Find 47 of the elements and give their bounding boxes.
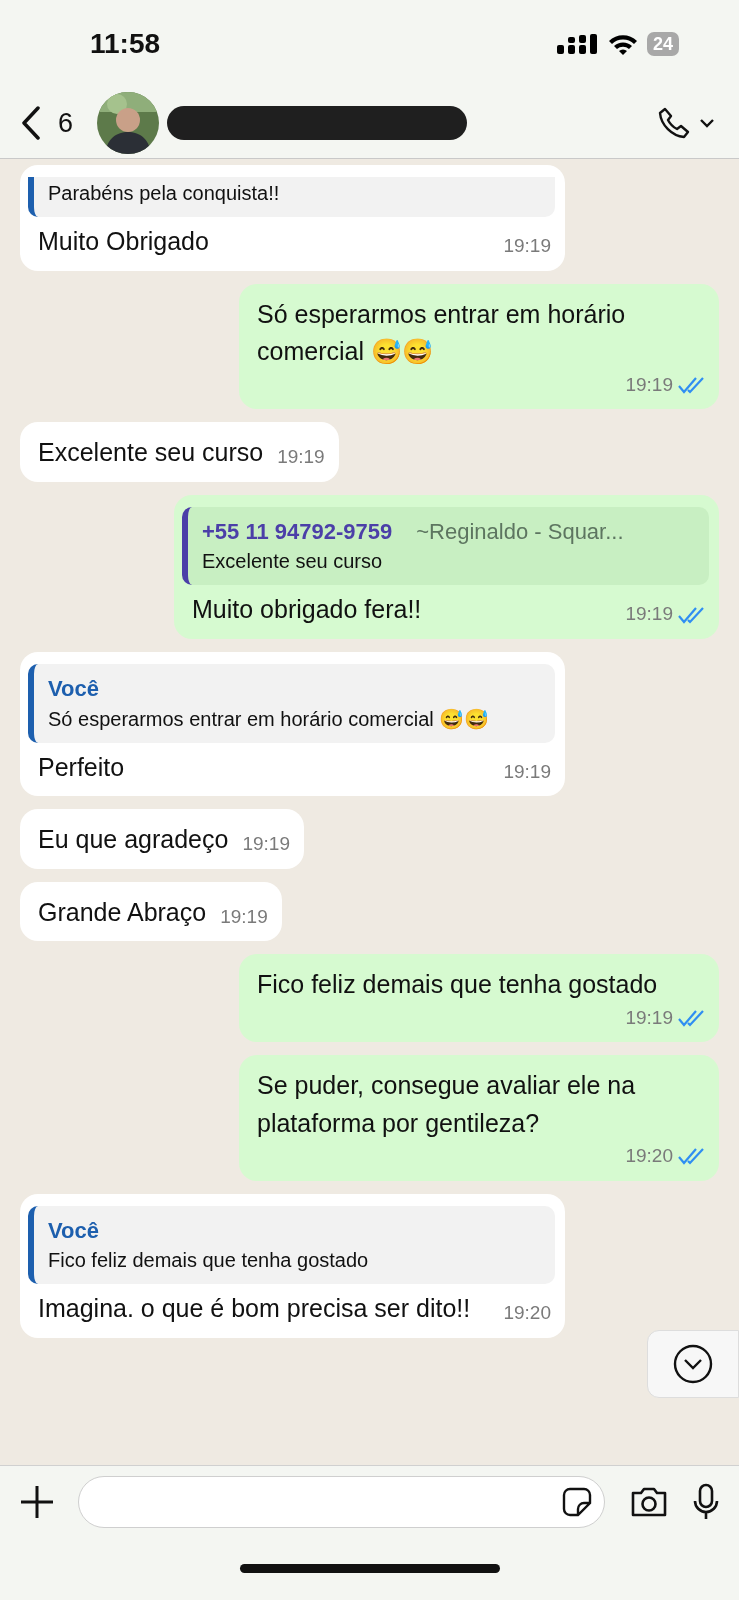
message-input[interactable] (78, 1476, 605, 1528)
message-time: 19:19 (625, 1005, 673, 1030)
message-text: Imagina. o que é bom precisa ser dito!! (38, 1293, 471, 1325)
plus-icon[interactable] (20, 1485, 54, 1519)
message-text: Só esperarmos entrar em horário comercial 😅😅 (257, 298, 627, 367)
message-time: 19:19 (625, 602, 673, 627)
quote-author: Você (48, 1216, 99, 1245)
quote-text: Parabéns pela conquista!! (48, 181, 281, 206)
call-button[interactable] (657, 106, 715, 140)
message-text: Se puder, consegue avaliar ele na plataforma por gentileza? (257, 1070, 637, 1139)
quote-text: Fico feliz demais que tenha gostado (48, 1248, 370, 1274)
status-time: 11:58 (90, 27, 161, 61)
message-time: 19:19 (503, 759, 551, 784)
unread-count[interactable]: 6 (58, 102, 74, 144)
message-text: Muito Obrigado (38, 226, 209, 257)
message-text: Excelente seu curso (38, 437, 264, 468)
message-time: 19:19 (503, 234, 551, 258)
message-time: 19:20 (503, 1301, 551, 1326)
quoted-message[interactable]: Você Fico feliz demais que tenha gostado (28, 1205, 555, 1285)
message-time: 19:19 (220, 904, 268, 929)
signal-icon (556, 33, 599, 55)
chevron-down-icon (673, 1344, 713, 1384)
quote-text: Só esperarmos entrar em horário comercial 😅😅 (48, 706, 491, 732)
scroll-down-button[interactable] (647, 1330, 739, 1398)
sticker-icon[interactable] (562, 1487, 592, 1517)
message-text: Fico feliz demais que tenha gostado (257, 969, 658, 1001)
message-text: Perfeito (38, 751, 125, 783)
quote-text: Excelente seu curso (202, 549, 384, 575)
quoted-message[interactable]: Parabéns pela conquista!! (28, 177, 555, 217)
message-time: 19:19 (242, 832, 290, 857)
message-text: Eu que agradeço (38, 824, 229, 856)
chevron-down-icon (699, 118, 715, 128)
message-text: Muito obrigado fera!! (192, 594, 422, 626)
quoted-message[interactable]: +55 11 94792-9759 ~Reginaldo - Squar... Excelente seu curso (182, 506, 709, 586)
camera-icon[interactable] (629, 1486, 669, 1518)
quoted-message[interactable]: Você Só esperarmos entrar em horário comercial 😅😅 (28, 663, 555, 743)
battery-level: 24 (646, 32, 679, 56)
back-icon[interactable] (20, 106, 42, 140)
message-text: Grande Abraço (38, 896, 207, 928)
quote-author: +55 11 94792-9759 (202, 517, 393, 546)
phone-icon (657, 106, 691, 140)
message-time: 19:19 (625, 372, 673, 397)
message-time: 19:20 (625, 1144, 673, 1169)
quote-author-name: ~Reginaldo - Squar... (416, 517, 624, 546)
microphone-icon[interactable] (693, 1483, 719, 1521)
message-time: 19:19 (277, 445, 325, 469)
quote-author: Você (48, 674, 99, 703)
